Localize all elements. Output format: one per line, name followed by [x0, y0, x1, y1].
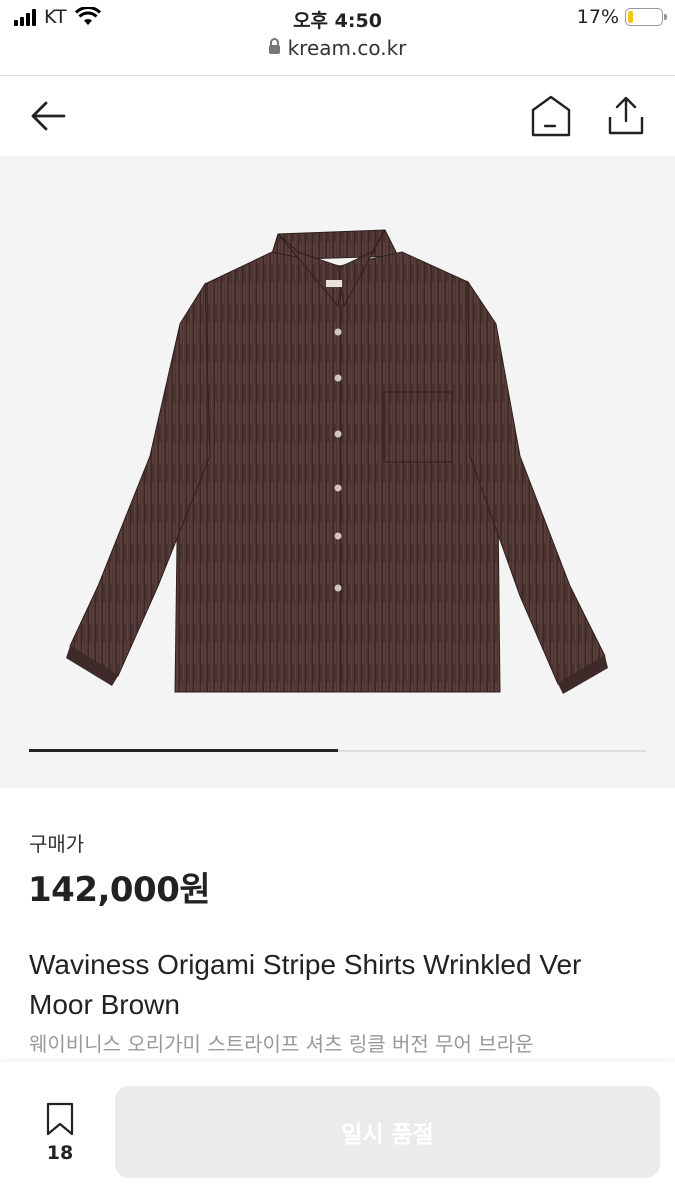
product-image-gallery[interactable]	[0, 156, 675, 788]
product-title: Waviness Origami Stripe Shirts Wrinkled …	[29, 949, 582, 1020]
price-label: 구매가	[29, 832, 85, 856]
status-time: 오후 4:50	[293, 10, 382, 32]
home-button[interactable]	[527, 92, 575, 140]
home-icon	[531, 95, 571, 137]
gallery-progress-track	[29, 749, 646, 752]
battery-icon	[625, 8, 667, 26]
url-domain: kream.co.kr	[287, 36, 407, 60]
battery-percent: 17%	[576, 6, 619, 28]
product-image	[66, 229, 608, 694]
share-icon	[608, 96, 644, 135]
url-bar[interactable]: kream.co.kr	[0, 36, 675, 74]
gallery-progress-indicator	[29, 749, 338, 752]
battery-level	[628, 11, 633, 23]
price-value: 142,000원	[28, 870, 211, 910]
back-arrow-icon	[31, 101, 66, 131]
bottom-action-bar: 18 일시 품절	[0, 1062, 675, 1200]
sold-out-button[interactable]: 일시 품절	[115, 1086, 660, 1178]
lock-icon	[268, 38, 280, 54]
back-button[interactable]	[24, 92, 72, 140]
share-button[interactable]	[602, 92, 650, 140]
top-nav	[0, 76, 675, 156]
status-right: 17%	[576, 6, 667, 28]
status-bar: KT 오후 4:50 17%	[0, 0, 675, 36]
bookmark-icon	[46, 1102, 74, 1136]
product-subtitle: 웨이비니스 오리가미 스트라이프 셔츠 링클 버전 무어 브라운	[29, 1032, 534, 1056]
wishlist-button[interactable]: 18	[30, 1102, 90, 1164]
wishlist-count: 18	[46, 1142, 74, 1164]
